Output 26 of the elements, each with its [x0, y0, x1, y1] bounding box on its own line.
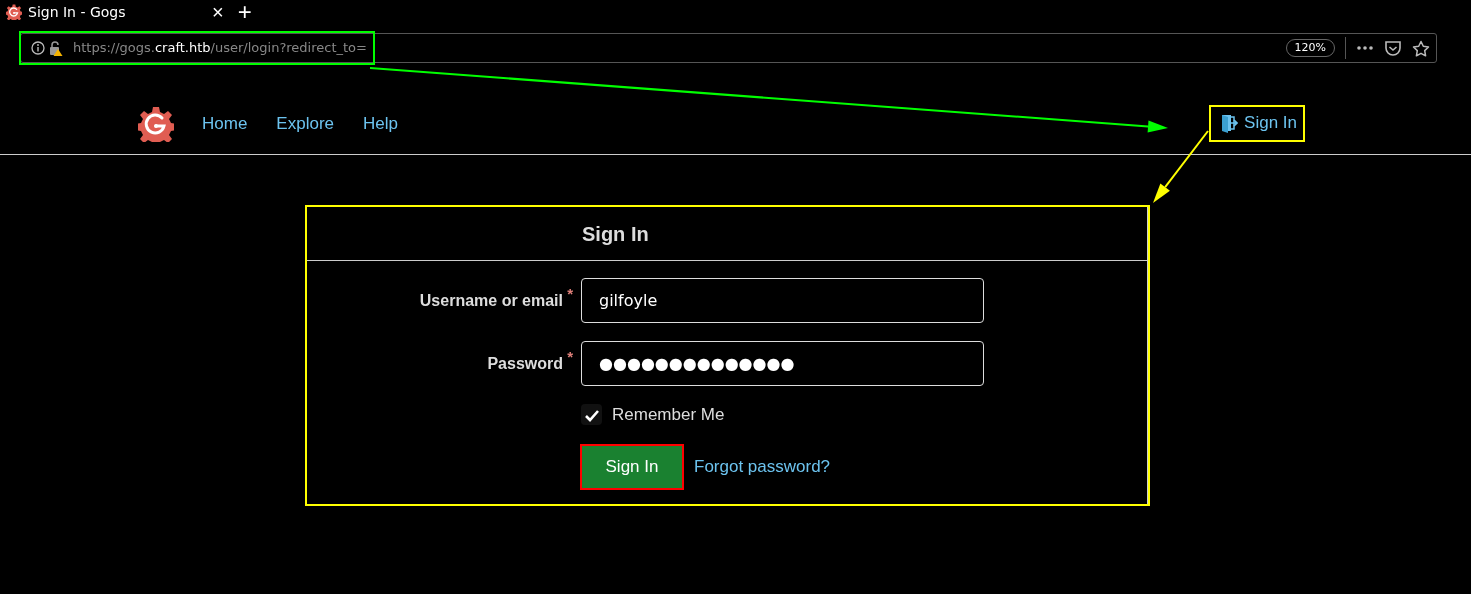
checkbox[interactable]: [581, 404, 602, 426]
new-tab-button[interactable]: +: [237, 0, 252, 24]
nav-link[interactable]: Home: [202, 110, 248, 137]
sign-in-link[interactable]: Sign In: [1209, 105, 1305, 142]
pocket-icon[interactable]: [1384, 39, 1402, 57]
nav-link[interactable]: Help: [363, 110, 398, 137]
gear-logo-icon: [6, 4, 22, 20]
forgot-password-link[interactable]: Forgot password?: [694, 453, 831, 480]
nav-link[interactable]: Explore: [276, 110, 334, 137]
required-mark: *: [567, 283, 573, 304]
checkbox-label[interactable]: Remember Me: [612, 402, 725, 428]
url-text[interactable]: https://gogs.craft.htb/user/login?redirect_to=: [73, 38, 367, 58]
input-field[interactable]: gilfoyle: [581, 278, 984, 323]
form-title: Sign In: [307, 207, 1148, 261]
gear-logo-icon[interactable]: [138, 105, 174, 142]
door-enter-icon: [1221, 113, 1239, 133]
star-icon[interactable]: [1412, 39, 1430, 57]
required-mark: *: [567, 346, 573, 367]
tab-title[interactable]: Sign In - Gogs: [28, 1, 198, 23]
input-field[interactable]: ●●●●●●●●●●●●●●: [581, 341, 984, 386]
field-label: Username or email: [419, 291, 563, 309]
info-icon[interactable]: [31, 41, 45, 55]
field-label: Password: [487, 354, 563, 372]
sign-in-button[interactable]: Sign In: [580, 443, 684, 490]
close-tab-button[interactable]: ×: [212, 2, 224, 22]
warning-lock-icon[interactable]: [49, 40, 63, 56]
